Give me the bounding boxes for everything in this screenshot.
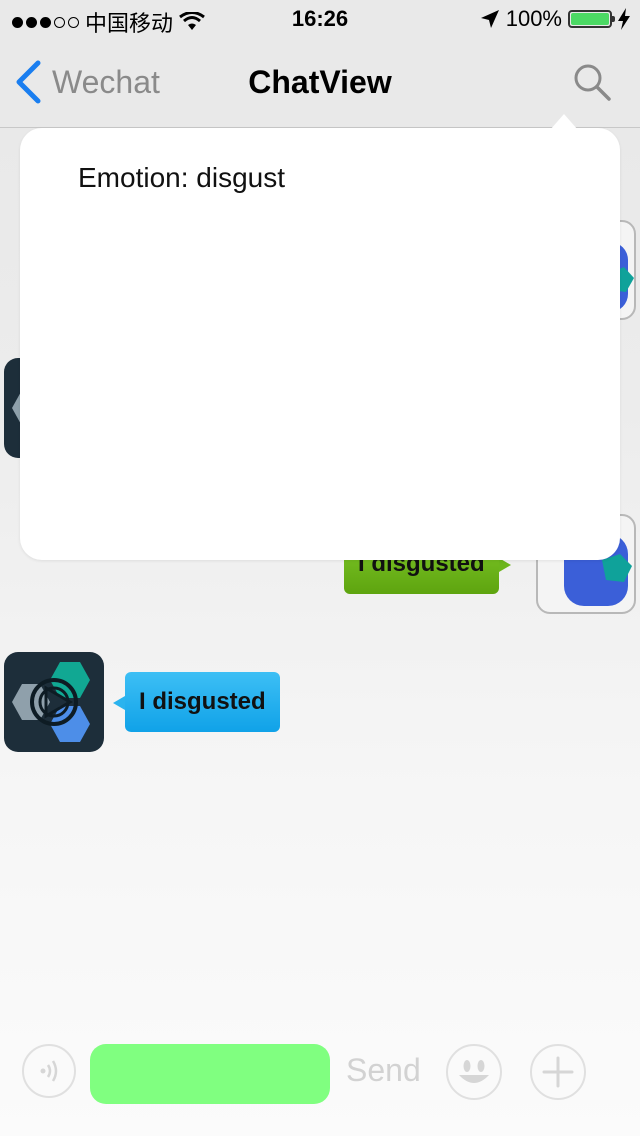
popover-arrow bbox=[550, 114, 578, 130]
plus-button[interactable] bbox=[530, 1044, 586, 1100]
search-button[interactable] bbox=[572, 62, 612, 107]
back-button[interactable]: Wechat bbox=[14, 60, 160, 104]
back-label: Wechat bbox=[52, 63, 160, 100]
navigation-bar: Wechat ChatView bbox=[0, 40, 640, 128]
status-bar: 中国移动 16:26 100% bbox=[0, 0, 640, 40]
contact-avatar[interactable] bbox=[4, 652, 104, 752]
avatar-image-icon bbox=[12, 662, 90, 742]
send-button[interactable]: Send bbox=[346, 1052, 421, 1089]
emotion-label: Emotion: disgust bbox=[78, 162, 285, 193]
voice-icon bbox=[40, 1060, 58, 1082]
back-chevron-icon bbox=[16, 60, 41, 104]
emotion-popover[interactable]: Emotion: disgust bbox=[20, 114, 620, 560]
location-arrow-icon bbox=[480, 10, 499, 28]
voice-button[interactable] bbox=[22, 1044, 76, 1098]
input-bar: Send bbox=[0, 1030, 640, 1136]
message-bubble-incoming[interactable]: I disgusted bbox=[113, 672, 280, 732]
battery-icon bbox=[568, 10, 615, 28]
plus-icon bbox=[542, 1056, 574, 1088]
emoji-icon bbox=[459, 1060, 489, 1083]
hold-to-talk-button[interactable] bbox=[90, 1044, 330, 1104]
battery-percent: 100% bbox=[505, 6, 562, 31]
emoji-button[interactable] bbox=[446, 1044, 502, 1100]
charging-bolt-icon bbox=[618, 8, 630, 30]
status-right: 100% bbox=[480, 6, 630, 32]
search-icon bbox=[574, 64, 611, 101]
